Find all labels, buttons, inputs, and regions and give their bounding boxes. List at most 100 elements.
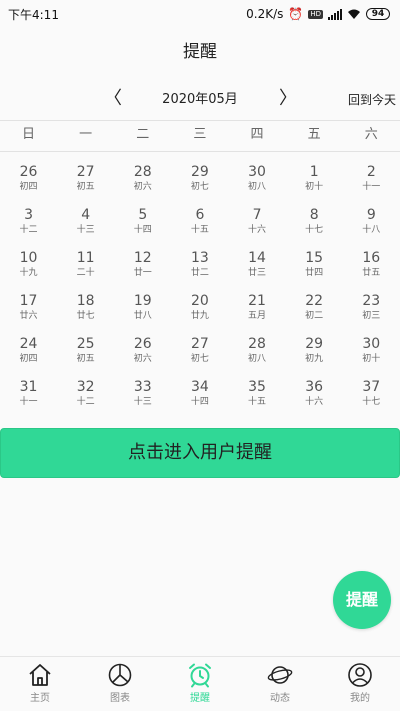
calendar-day-cell[interactable]: 33 十三: [114, 379, 171, 422]
network-speed: 0.2K/s: [246, 7, 284, 21]
calendar-day-cell[interactable]: 6 十五: [171, 207, 228, 250]
home-icon: [29, 664, 51, 686]
back-to-today-button[interactable]: 回到今天: [348, 86, 396, 114]
status-time: 下午4:11: [8, 7, 59, 22]
calendar-day-cell[interactable]: 26 初四: [0, 164, 57, 207]
weekday-label: 二: [136, 127, 150, 142]
tab-label: 我的: [350, 693, 370, 704]
calendar-day-cell[interactable]: 4 十三: [57, 207, 114, 250]
day-number: 23: [362, 293, 381, 309]
day-number: 17: [19, 293, 38, 309]
day-number: 4: [81, 207, 91, 223]
calendar-week-row: 31 十一 32 十二 33 十三 34 十四 35 十五 36 十六 37 十七: [0, 379, 400, 422]
calendar-day-cell[interactable]: 12 廿一: [114, 250, 171, 293]
enter-user-reminders-button[interactable]: 点击进入用户提醒: [0, 428, 400, 478]
page-title: 提醒: [183, 42, 217, 62]
hd-badge: HD: [308, 9, 323, 19]
day-number: 37: [362, 379, 381, 395]
weekday-label: 三: [193, 127, 207, 142]
calendar-day-cell[interactable]: 27 初五: [57, 164, 114, 207]
lunar-date: 初四: [19, 182, 38, 192]
calendar-day-cell[interactable]: 32 十二: [57, 379, 114, 422]
calendar-week-row: 24 初四 25 初五 26 初六 27 初七 28 初八 29 初九 30 初十: [0, 336, 400, 379]
day-number: 28: [133, 164, 152, 180]
status-bar: 下午4:11 0.2K/s ⏰ HD 94: [0, 0, 400, 28]
planet-icon: [267, 666, 293, 684]
calendar-week-row: 3 十二 4 十三 5 十四 6 十五 7 十六 8 十七 9 十八: [0, 207, 400, 250]
calendar-day-cell[interactable]: 16 廿五: [343, 250, 400, 293]
cell-signal-icon: [328, 8, 342, 20]
calendar-week-row: 17 廿六 18 廿七 19 廿八 20 廿九 21 五月 22 初二 23 初三: [0, 293, 400, 336]
prev-month-button[interactable]: 〈: [103, 86, 123, 114]
calendar-day-cell[interactable]: 25 初五: [57, 336, 114, 379]
calendar-day-cell[interactable]: 3 十二: [0, 207, 57, 250]
calendar-day-cell[interactable]: 24 初四: [0, 336, 57, 379]
calendar-day-cell[interactable]: 1 初十: [286, 164, 343, 207]
weekday-label: 日: [22, 127, 36, 142]
calendar-day-cell[interactable]: 30 初八: [229, 164, 286, 207]
day-number: 35: [248, 379, 266, 395]
day-number: 7: [252, 207, 262, 223]
calendar-day-cell[interactable]: 22 初二: [286, 293, 343, 336]
calendar-week-row: 10 十九 11 二十 12 廿一 13 廿二 14 廿三 15 廿四 16 廿五: [0, 250, 400, 293]
day-number: 21: [248, 293, 266, 309]
calendar-day-cell[interactable]: 14 廿三: [229, 250, 286, 293]
day-number: 27: [191, 336, 209, 352]
lunar-date: 廿三: [248, 268, 267, 278]
lunar-date: 初十: [362, 354, 381, 364]
day-number: 28: [248, 336, 266, 352]
weekday-label: 五: [307, 127, 321, 142]
calendar-day-cell[interactable]: 15 廿四: [286, 250, 343, 293]
calendar-day-cell[interactable]: 29 初九: [286, 336, 343, 379]
day-number: 10: [19, 250, 38, 266]
calendar-day-cell[interactable]: 30 初十: [343, 336, 400, 379]
next-month-button[interactable]: 〉: [278, 86, 298, 114]
tab-reminders[interactable]: 提醒: [160, 657, 240, 711]
day-number: 2: [366, 164, 376, 180]
lunar-date: 廿九: [190, 311, 209, 321]
lunar-date: 十五: [190, 225, 209, 235]
calendar-day-cell[interactable]: 19 廿八: [114, 293, 171, 336]
day-number: 33: [133, 379, 152, 395]
tab-profile[interactable]: 我的: [320, 657, 400, 711]
day-number: 29: [191, 164, 209, 180]
tab-feed[interactable]: 动态: [240, 657, 320, 711]
calendar-week-row: 26 初四 27 初五 28 初六 29 初七 30 初八 1 初十 2 十一: [0, 164, 400, 207]
calendar-day-cell[interactable]: 28 初八: [229, 336, 286, 379]
calendar-day-cell[interactable]: 31 十一: [0, 379, 57, 422]
add-reminder-fab[interactable]: 提醒: [333, 571, 391, 629]
calendar-day-cell[interactable]: 10 十九: [0, 250, 57, 293]
calendar-day-cell[interactable]: 36 十六: [286, 379, 343, 422]
day-number: 26: [19, 164, 38, 180]
calendar-day-cell[interactable]: 21 五月: [229, 293, 286, 336]
calendar-day-cell[interactable]: 29 初七: [171, 164, 228, 207]
calendar-day-cell[interactable]: 28 初六: [114, 164, 171, 207]
calendar-day-cell[interactable]: 27 初七: [171, 336, 228, 379]
day-number: 13: [191, 250, 209, 266]
tab-home[interactable]: 主页: [0, 657, 80, 711]
calendar-day-cell[interactable]: 26 初六: [114, 336, 171, 379]
calendar-day-cell[interactable]: 37 十七: [343, 379, 400, 422]
calendar-day-cell[interactable]: 2 十一: [343, 164, 400, 207]
calendar-day-cell[interactable]: 9 十八: [343, 207, 400, 250]
tab-label: 图表: [110, 693, 130, 704]
calendar-day-cell[interactable]: 35 十五: [229, 379, 286, 422]
lunar-date: 初九: [305, 354, 324, 364]
alarm-status-icon: ⏰: [288, 7, 304, 21]
calendar-day-cell[interactable]: 8 十七: [286, 207, 343, 250]
calendar-day-cell[interactable]: 5 十四: [114, 207, 171, 250]
battery-icon: 94: [366, 8, 390, 20]
lunar-date: 二十: [76, 268, 95, 278]
calendar-day-cell[interactable]: 20 廿九: [171, 293, 228, 336]
tab-charts[interactable]: 图表: [80, 657, 160, 711]
calendar-day-cell[interactable]: 11 二十: [57, 250, 114, 293]
calendar-day-cell[interactable]: 13 廿二: [171, 250, 228, 293]
lunar-date: 五月: [248, 311, 267, 321]
calendar-day-cell[interactable]: 7 十六: [229, 207, 286, 250]
calendar-day-cell[interactable]: 34 十四: [171, 379, 228, 422]
day-number: 9: [366, 207, 376, 223]
calendar-day-cell[interactable]: 23 初三: [343, 293, 400, 336]
calendar-day-cell[interactable]: 17 廿六: [0, 293, 57, 336]
calendar-day-cell[interactable]: 18 廿七: [57, 293, 114, 336]
current-month-label: 2020年05月: [162, 92, 238, 107]
